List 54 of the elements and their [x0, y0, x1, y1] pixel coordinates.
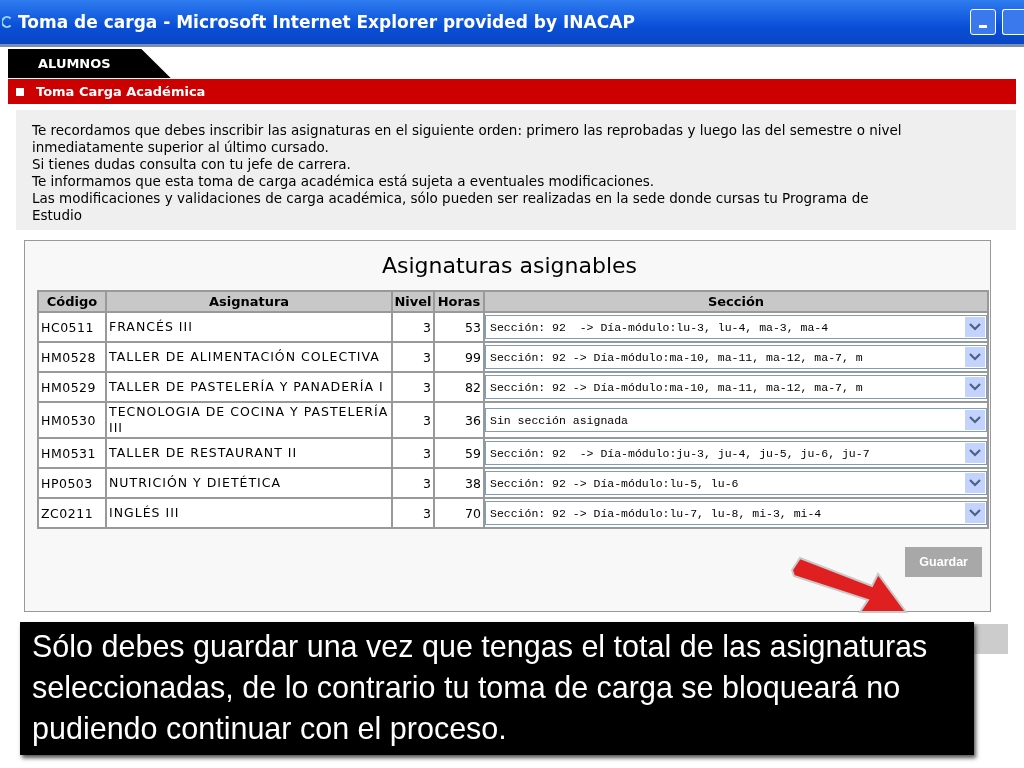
- column-header: Horas: [435, 292, 483, 311]
- table-cell: FRANCÉS III: [107, 313, 391, 341]
- notice-text: Te informamos que esta toma de carga académica está sujeta a eventuales modificaciones.: [32, 173, 656, 190]
- table-cell: TECNOLOGIA DE COCINA Y PASTELERÍA III: [107, 403, 391, 437]
- section-dropdown[interactable]: Sección: 92 -> Día-módulo:ma-10, ma-11, ma-12, ma-7, m: [485, 345, 987, 369]
- table-cell: 99: [435, 343, 483, 371]
- section-dropdown[interactable]: Sección: 92 -> Día-módulo:ju-3, ju-4, ju-5, ju-6, ju-7: [485, 441, 987, 465]
- notice-text: Las modificaciones y validaciones de carga académica, sólo pueden ser realizadas en la sede donde cursas tu Programa de Estudio: [32, 190, 870, 224]
- browser-icon: [2, 13, 12, 31]
- table-cell: 3: [393, 469, 433, 497]
- callout-note: Sólo debes guardar una vez que tengas el total de las asignaturas seleccionadas, de lo contrario tu toma de carga se bloqueará no pudiendo continuar con el proceso.: [20, 622, 974, 755]
- column-header: Asignatura: [107, 292, 391, 311]
- arrow-icon: [790, 556, 908, 613]
- table-cell: 38: [435, 469, 483, 497]
- column-header: Nivel: [393, 292, 433, 311]
- notice-text: Te recordamos que debes inscribir las asignaturas en el siguiente orden: primero las reprobadas y luego las del semestre o nivel inmediatamente superior al último cursado.: [32, 122, 902, 156]
- table-cell: TALLER DE ALIMENTACIÓN COLECTIVA: [107, 343, 391, 371]
- table-cell: 59: [435, 439, 483, 467]
- column-header: Código: [39, 292, 105, 311]
- table-cell: HM0531: [39, 439, 105, 467]
- table-cell: 3: [393, 373, 433, 401]
- table-cell: INGLÉS III: [107, 499, 391, 527]
- table-cell: TALLER DE PASTELERÍA Y PANADERÍA I: [107, 373, 391, 401]
- square-icon: [16, 87, 24, 96]
- table-cell: HP0503: [39, 469, 105, 497]
- column-header: Sección: [485, 292, 987, 311]
- table-cell: HM0528: [39, 343, 105, 371]
- table-cell: HM0530: [39, 403, 105, 437]
- table-cell: HM0529: [39, 373, 105, 401]
- table-cell: 36: [435, 403, 483, 437]
- section-dropdown[interactable]: Sección: 92 -> Día-módulo:lu-5, lu-6: [485, 471, 987, 495]
- nav-tab[interactable]: ALUMNOS: [8, 49, 171, 78]
- table-cell: 82: [435, 373, 483, 401]
- table-cell: HC0511: [39, 313, 105, 341]
- panel-title: Asignaturas asignables: [380, 253, 639, 278]
- table-cell: 70: [435, 499, 483, 527]
- maximize-button[interactable]: [1002, 9, 1024, 35]
- section-dropdown[interactable]: Sección: 92 -> Día-módulo:lu-7, lu-8, mi-3, mi-4: [485, 501, 987, 525]
- table-cell: NUTRICIÓN Y DIETÉTICA: [107, 469, 391, 497]
- table-cell: 3: [393, 343, 433, 371]
- section-dropdown[interactable]: Sin sección asignada: [485, 408, 987, 432]
- minimize-button[interactable]: [970, 9, 996, 35]
- table-cell: TALLER DE RESTAURANT II: [107, 439, 391, 467]
- section-dropdown[interactable]: Sección: 92 -> Día-módulo:ma-10, ma-11, ma-12, ma-7, m: [485, 375, 987, 399]
- section-dropdown[interactable]: Sección: 92 -> Día-módulo:lu-3, lu-4, ma-3, ma-4: [485, 315, 987, 339]
- section-title: Toma Carga Académica: [36, 84, 206, 99]
- table-cell: 3: [393, 313, 433, 341]
- window-title: Toma de carga - Microsoft Internet Explorer provided by INACAP: [18, 12, 635, 32]
- table-cell: 3: [393, 439, 433, 467]
- table-cell: ZC0211: [39, 499, 105, 527]
- table-cell: 3: [393, 499, 433, 527]
- table-cell: 53: [435, 313, 483, 341]
- table-cell: 3: [393, 403, 433, 437]
- notice-text: Si tienes dudas consulta con tu jefe de carrera.: [32, 156, 352, 173]
